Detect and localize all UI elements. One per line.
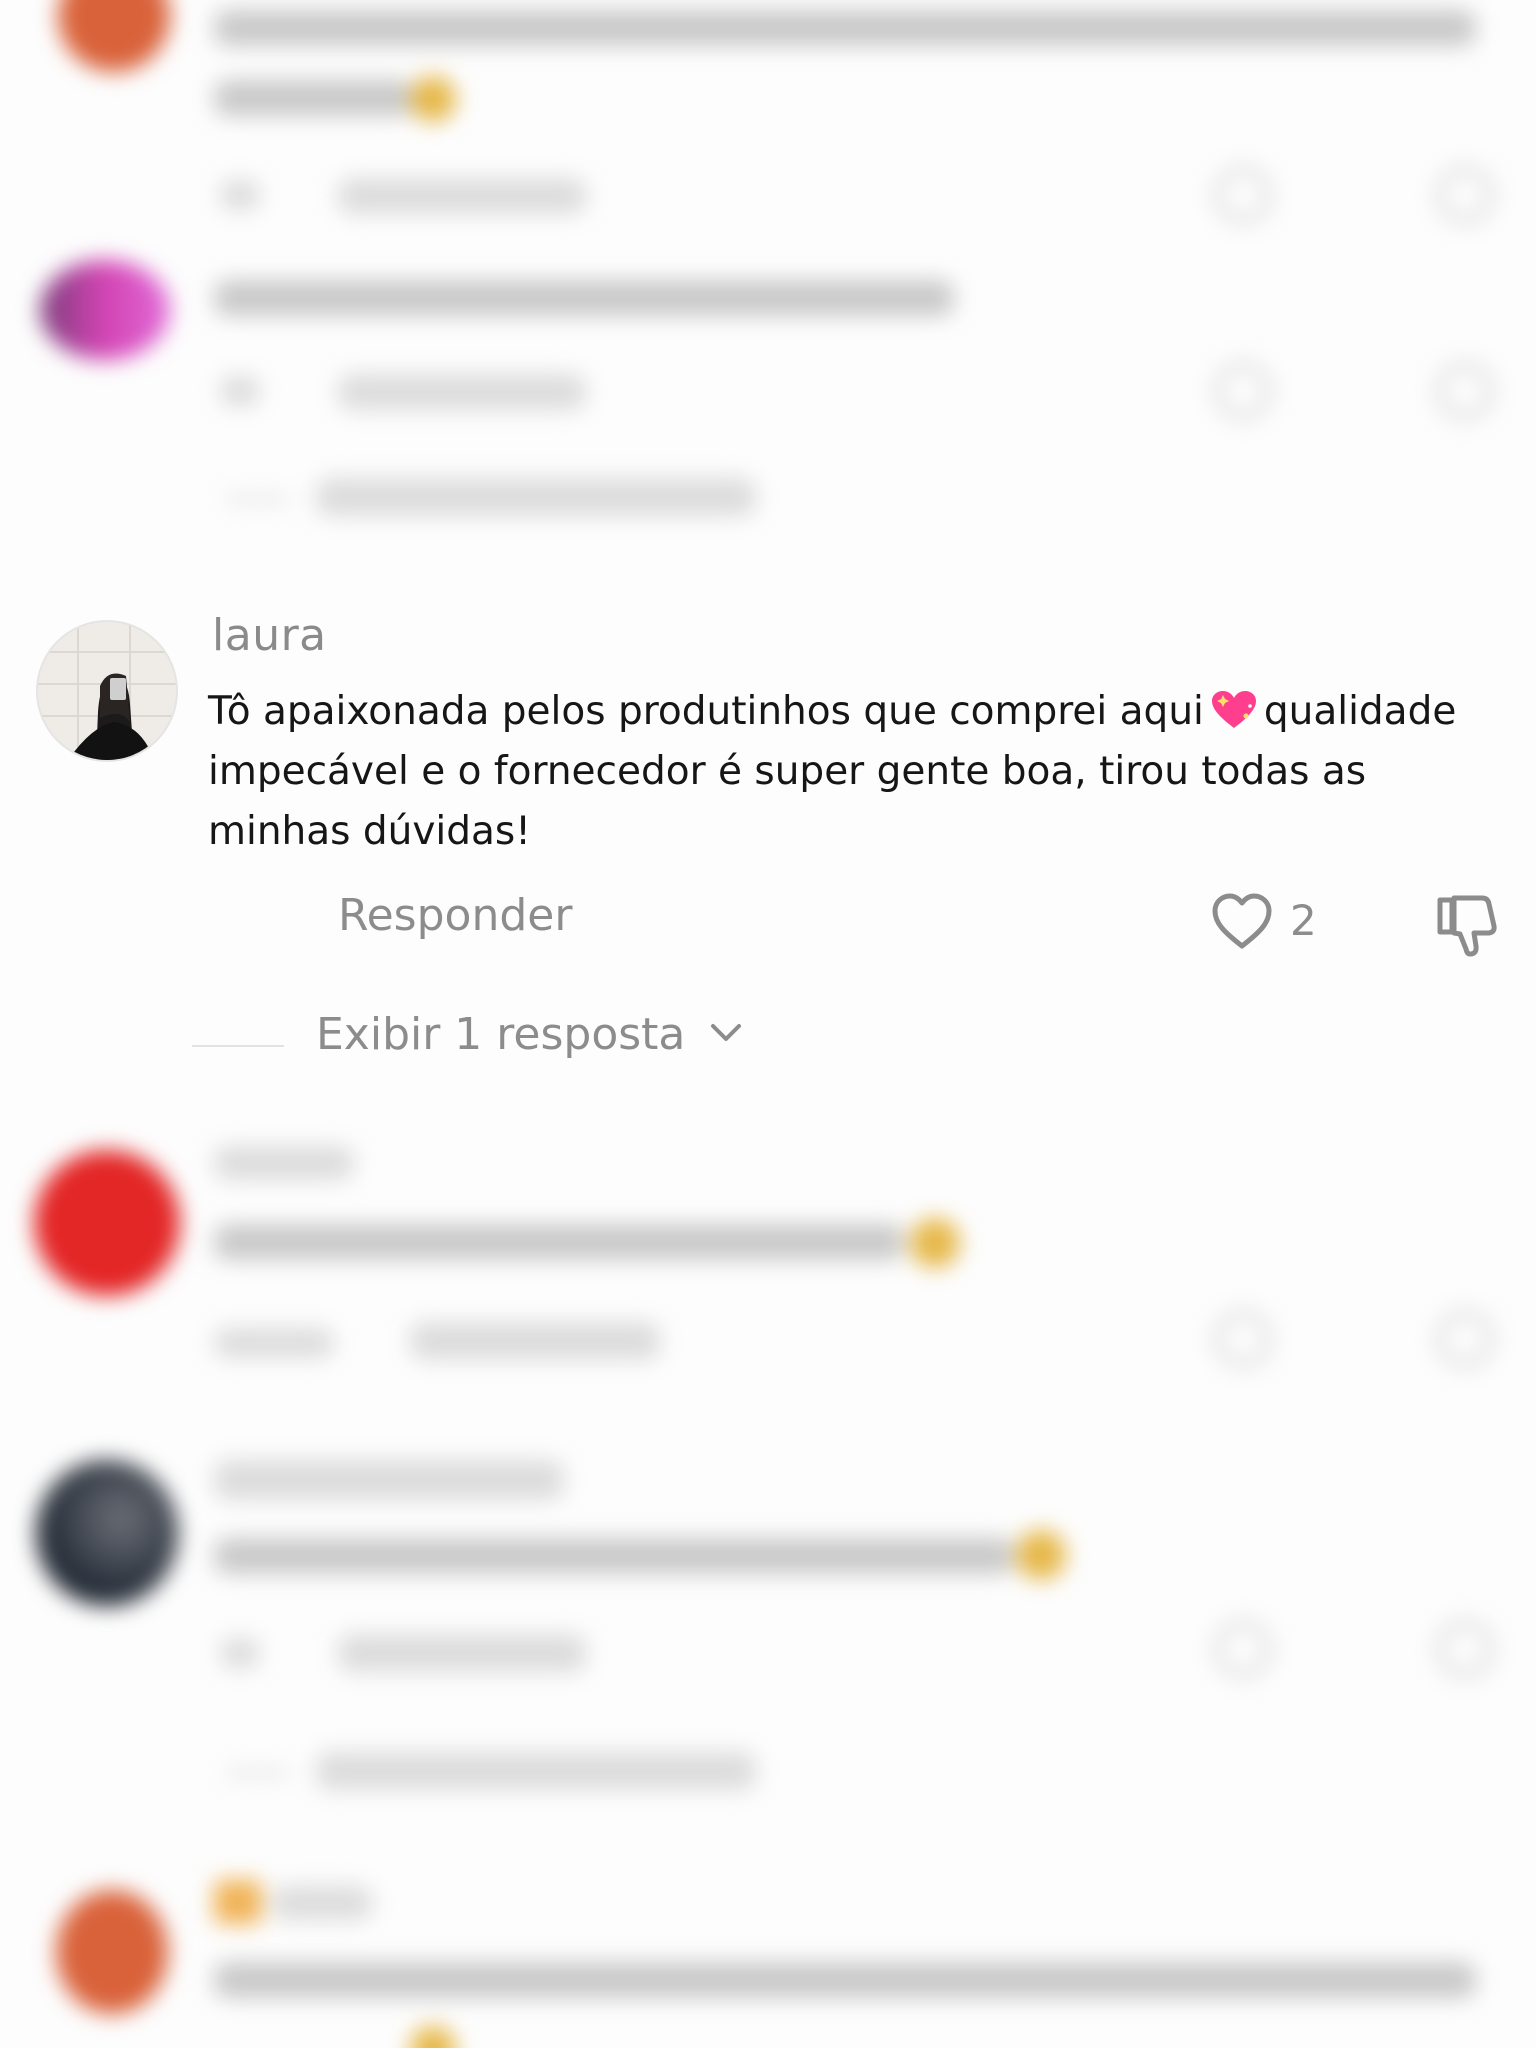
like-count: 2: [1290, 896, 1317, 945]
blurred-comment: [0, 0, 1536, 240]
divider: [192, 1045, 284, 1047]
chevron-down-icon: [711, 1024, 741, 1041]
avatar: [58, 0, 170, 72]
heart-outline-icon: [1212, 893, 1272, 949]
reply-button[interactable]: Responder: [338, 890, 572, 941]
blurred-comment: [0, 1850, 1536, 2048]
avatar[interactable]: [38, 622, 176, 760]
view-replies-label: Exibir 1 resposta: [316, 1009, 686, 1060]
comment-text-part: Tô apaixonada pelos produtinhos que comp…: [208, 689, 1204, 734]
dislike-button[interactable]: [1432, 892, 1502, 962]
view-replies-button[interactable]: Exibir 1 resposta: [192, 1005, 792, 1065]
like-button[interactable]: 2: [1210, 890, 1322, 954]
avatar: [56, 1890, 168, 2014]
blurred-comment: [0, 1430, 1536, 1830]
comment-text: Tô apaixonada pelos produtinhos que comp…: [208, 682, 1498, 862]
blurred-comment: [0, 1130, 1536, 1410]
avatar: [40, 260, 170, 360]
blurred-comment: [0, 240, 1536, 570]
avatar: [34, 1150, 180, 1296]
comment: laura Tô apaixonada pelos produtinhos qu…: [0, 600, 1536, 1090]
thumbs-down-icon: [1437, 895, 1497, 957]
comments-screen: laura Tô apaixonada pelos produtinhos qu…: [0, 0, 1536, 2048]
comment-username[interactable]: laura: [212, 610, 327, 661]
sparkling-heart-emoji: [1210, 688, 1258, 728]
avatar: [36, 1460, 178, 1606]
